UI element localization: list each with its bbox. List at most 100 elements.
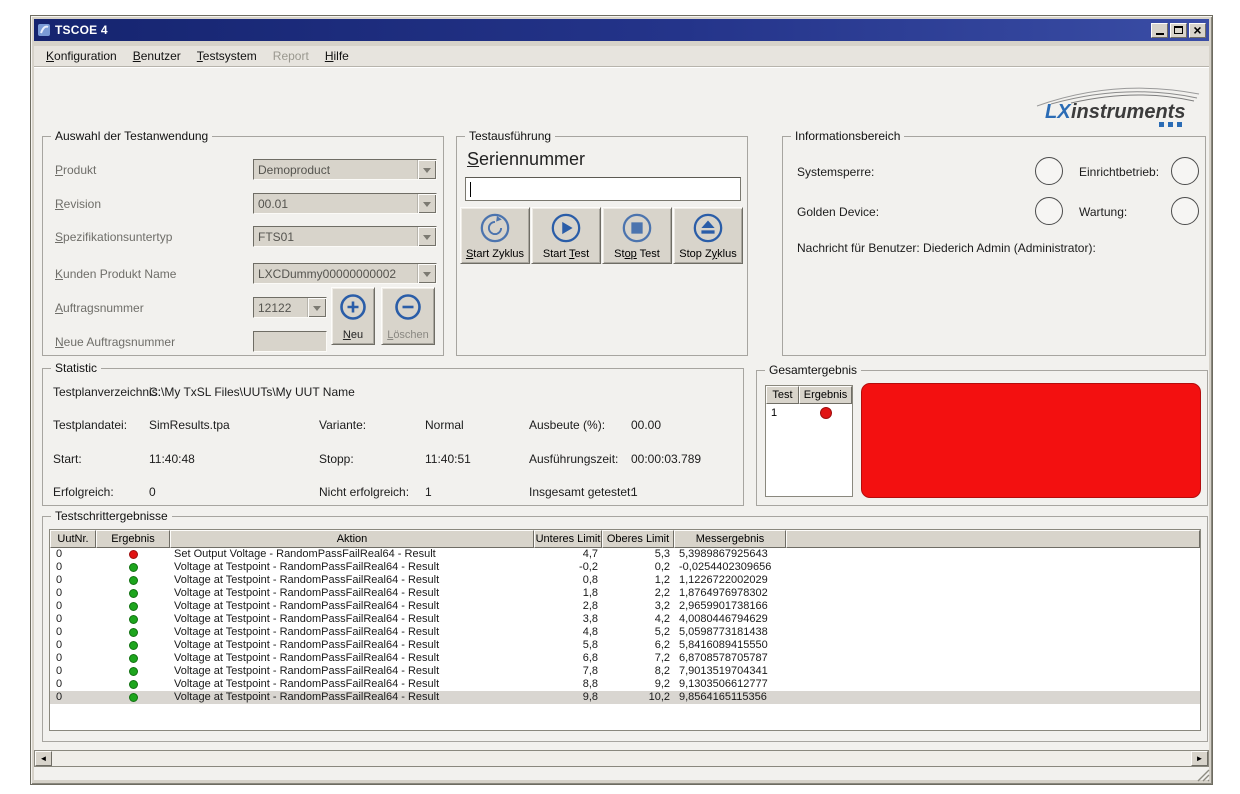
minimize-button[interactable]: [1151, 23, 1168, 38]
cell-aktion: Voltage at Testpoint - RandomPassFailRea…: [170, 665, 534, 678]
table-row[interactable]: 0Voltage at Testpoint - RandomPassFailRe…: [50, 639, 1200, 652]
stopp-value: 11:40:51: [425, 452, 471, 466]
ausfuehrungszeit-value: 00:00:03.789: [631, 452, 701, 466]
variante-value: Normal: [425, 418, 464, 432]
erfolgreich-value: 0: [149, 485, 156, 499]
cell-aktion: Voltage at Testpoint - RandomPassFailRea…: [170, 639, 534, 652]
golden-device-indicator: [1035, 197, 1063, 225]
menu-benutzer[interactable]: Benutzer: [125, 47, 189, 65]
insgesamt-getestet-label: Insgesamt getestet:: [529, 485, 634, 499]
cell-filler: [786, 574, 1200, 587]
group-statistic: Statistic Testplanverzeichnis: C:\My TxS…: [42, 368, 744, 506]
app-icon: [37, 23, 51, 37]
erfolgreich-label: Erfolgreich:: [53, 485, 114, 499]
cell-unteres-limit: 2,8: [534, 600, 602, 613]
table-row[interactable]: 0Voltage at Testpoint - RandomPassFailRe…: [50, 678, 1200, 691]
table-row[interactable]: 0Voltage at Testpoint - RandomPassFailRe…: [50, 691, 1200, 704]
stop-test-button[interactable]: Stop Test: [602, 207, 672, 264]
cell-unteres-limit: 0,8: [534, 574, 602, 587]
start-test-button[interactable]: Start Test: [531, 207, 601, 264]
cell-oberes-limit: 5,2: [602, 626, 674, 639]
column-header-filler: [786, 530, 1200, 548]
cell-unteres-limit: 1,8: [534, 587, 602, 600]
column-header-aktion[interactable]: Aktion: [170, 530, 534, 548]
titlebar[interactable]: TSCOE 4 ×: [34, 19, 1209, 41]
table-row[interactable]: 0Voltage at Testpoint - RandomPassFailRe…: [50, 613, 1200, 626]
table-row[interactable]: 0Voltage at Testpoint - RandomPassFailRe…: [50, 587, 1200, 600]
resize-grip[interactable]: [1197, 769, 1210, 782]
group-title: Statistic: [51, 361, 101, 375]
chevron-down-icon[interactable]: [417, 227, 436, 246]
cell-uutnr: 0: [50, 691, 96, 704]
nicht-erfolgreich-value: 1: [425, 485, 432, 499]
column-header-ergebnis[interactable]: Ergebnis: [96, 530, 170, 548]
table-row[interactable]: 1: [766, 404, 852, 422]
cell-aktion: Voltage at Testpoint - RandomPassFailRea…: [170, 652, 534, 665]
chevron-down-icon[interactable]: [417, 160, 436, 179]
pass-dot: [129, 589, 138, 598]
cell-uutnr: 0: [50, 574, 96, 587]
eject-icon: [692, 212, 724, 244]
cell-oberes-limit: 2,2: [602, 587, 674, 600]
group-test-execution: Testausführung Seriennummer Start Zyklus: [456, 136, 748, 356]
pass-dot: [129, 576, 138, 585]
produkt-dropdown[interactable]: Demoproduct: [253, 159, 437, 180]
test-number: 1: [766, 407, 799, 419]
column-header-oberes-limit[interactable]: Oberes Limit: [602, 530, 674, 548]
menu-testsystem[interactable]: Testsystem: [189, 47, 265, 65]
column-header-messergebnis[interactable]: Messergebnis: [674, 530, 786, 548]
table-row[interactable]: 0Voltage at Testpoint - RandomPassFailRe…: [50, 665, 1200, 678]
fail-dot: [820, 407, 832, 419]
play-icon: [550, 212, 582, 244]
maximize-button[interactable]: [1170, 23, 1187, 38]
table-row[interactable]: 0Voltage at Testpoint - RandomPassFailRe…: [50, 600, 1200, 613]
cell-unteres-limit: 4,8: [534, 626, 602, 639]
testplandatei-label: Testplandatei:: [53, 418, 127, 432]
menu-konfiguration[interactable]: Konfiguration: [38, 47, 125, 65]
cell-unteres-limit: 4,7: [534, 548, 602, 561]
revision-dropdown[interactable]: 00.01: [253, 193, 437, 214]
column-header-test[interactable]: Test: [766, 386, 799, 404]
cell-ergebnis: [96, 691, 170, 704]
kunden-produkt-name-label: Kunden Produkt Name: [55, 267, 176, 281]
table-row[interactable]: 0Voltage at Testpoint - RandomPassFailRe…: [50, 652, 1200, 665]
cell-messergebnis: 1,1226722002029: [674, 574, 786, 587]
scroll-left-arrow[interactable]: ◄: [35, 751, 52, 766]
minus-icon: [394, 293, 422, 321]
close-button[interactable]: ×: [1189, 23, 1206, 38]
column-header-ergebnis[interactable]: Ergebnis: [799, 386, 852, 404]
table-row[interactable]: 0Voltage at Testpoint - RandomPassFailRe…: [50, 561, 1200, 574]
kunden-produkt-name-dropdown[interactable]: LXCDummy00000000002: [253, 263, 437, 284]
cell-oberes-limit: 6,2: [602, 639, 674, 652]
chevron-down-icon[interactable]: [307, 298, 326, 317]
loeschen-button[interactable]: Löschen: [381, 287, 435, 345]
step-results-table[interactable]: UutNr. Ergebnis Aktion Unteres Limit Obe…: [49, 529, 1201, 731]
variante-label: Variante:: [319, 418, 366, 432]
cell-oberes-limit: 3,2: [602, 600, 674, 613]
spezifikationsuntertyp-dropdown[interactable]: FTS01: [253, 226, 437, 247]
cell-filler: [786, 548, 1200, 561]
table-row[interactable]: 0Voltage at Testpoint - RandomPassFailRe…: [50, 574, 1200, 587]
neu-button[interactable]: Neu: [331, 287, 375, 345]
fail-dot: [129, 550, 138, 559]
chevron-down-icon[interactable]: [417, 264, 436, 283]
cell-filler: [786, 613, 1200, 626]
horizontal-scrollbar[interactable]: ◄ ►: [34, 750, 1209, 767]
neue-auftragsnummer-input[interactable]: [253, 331, 327, 352]
scroll-right-arrow[interactable]: ►: [1191, 751, 1208, 766]
plus-icon: [339, 293, 367, 321]
overall-result-table[interactable]: Test Ergebnis 1: [765, 385, 853, 497]
pass-dot: [129, 654, 138, 663]
stop-zyklus-button[interactable]: Stop Zyklus: [673, 207, 743, 264]
column-header-uutnr[interactable]: UutNr.: [50, 530, 96, 548]
menu-report: Report: [265, 47, 317, 65]
menu-hilfe[interactable]: Hilfe: [317, 47, 357, 65]
table-row[interactable]: 0Voltage at Testpoint - RandomPassFailRe…: [50, 626, 1200, 639]
table-row[interactable]: 0Set Output Voltage - RandomPassFailReal…: [50, 548, 1200, 561]
start-zyklus-button[interactable]: Start Zyklus: [460, 207, 530, 264]
seriennummer-input[interactable]: [465, 177, 741, 201]
cell-ergebnis: [96, 613, 170, 626]
column-header-unteres-limit[interactable]: Unteres Limit: [534, 530, 602, 548]
auftragsnummer-dropdown[interactable]: 12122: [253, 297, 327, 318]
chevron-down-icon[interactable]: [417, 194, 436, 213]
